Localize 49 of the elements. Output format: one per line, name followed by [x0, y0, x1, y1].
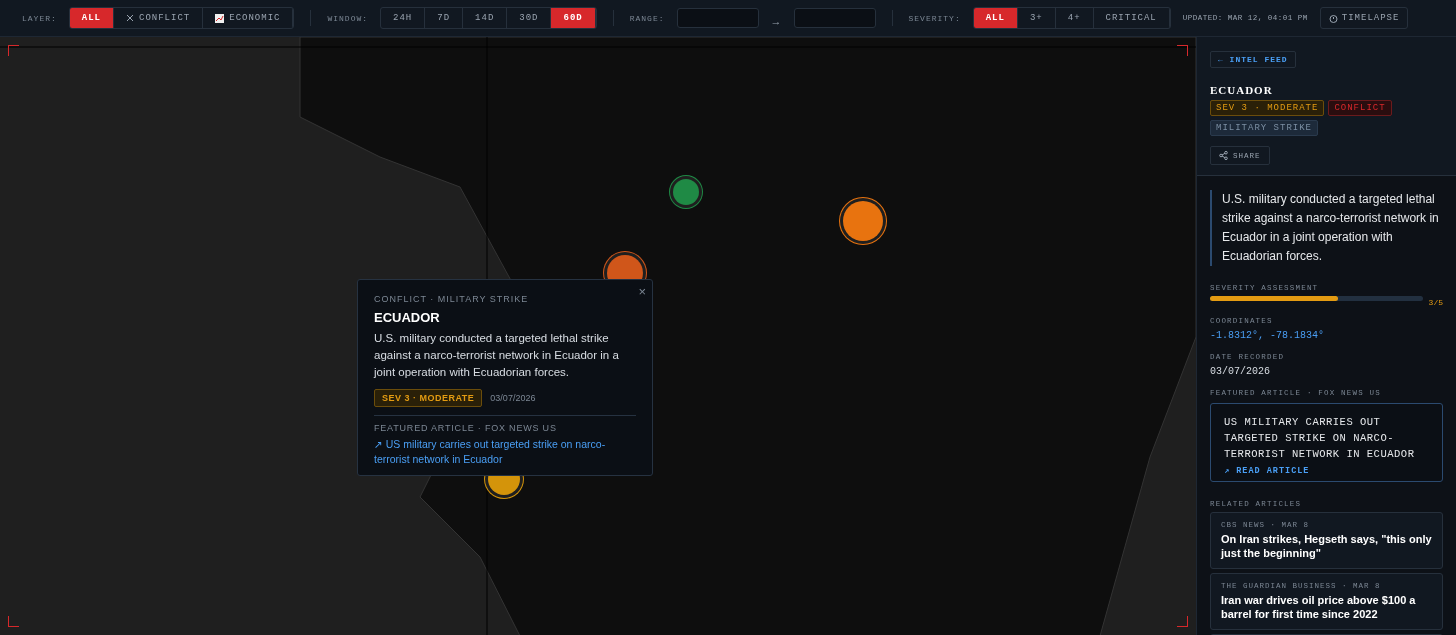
popup-category: CONFLICT · MILITARY STRIKE: [374, 294, 530, 304]
corner-bracket: [1177, 45, 1188, 56]
filter-option[interactable]: CRITICAL: [1093, 8, 1170, 28]
close-button[interactable]: ×: [638, 284, 646, 299]
range-end-field[interactable]: [793, 8, 876, 28]
event-marker[interactable]: [843, 201, 883, 241]
filter-option[interactable]: ECONOMIC: [203, 8, 294, 28]
filter-label: LAYER:: [22, 13, 57, 23]
range-arrow: →: [770, 15, 782, 27]
chart-icon: [215, 13, 225, 23]
filter-option[interactable]: 14D: [463, 8, 508, 28]
range-label: RANGE:: [629, 13, 665, 23]
coordinates-value: -1.8312°, -78.1834°: [1210, 330, 1326, 341]
corner-bracket: [8, 45, 19, 56]
featured-headline: US MILITARY CARRIES OUT TARGETED STRIKE ON NARCO-TERRORIST NETWORK IN ECUADOR: [1224, 415, 1416, 462]
article-title: Iran war drives oil price above $100 a barrel for first time since 2022: [1221, 593, 1417, 621]
range-start-field[interactable]: [676, 8, 759, 28]
timer-icon: [1328, 13, 1338, 23]
back-button[interactable]: ← INTEL FEED: [1210, 51, 1296, 68]
event-tag: CONFLICT: [1328, 100, 1392, 116]
filter-option[interactable]: 7D: [425, 8, 464, 28]
filter-option[interactable]: CONFLICT: [114, 8, 204, 28]
popup-title: ECUADOR: [374, 310, 441, 325]
severity-value: 3/5: [1428, 298, 1443, 307]
event-summary: U.S. military conducted a targeted lethal strike against a narco-terrorist network in Ecuador in a joint operation with Ecuadorian forces.: [1210, 190, 1443, 266]
filter-option[interactable]: 24H: [381, 8, 426, 28]
popup-date: 03/07/2026: [490, 393, 536, 403]
filter-option[interactable]: 4+: [1055, 8, 1094, 28]
filter-option[interactable]: 60D: [551, 8, 596, 28]
filter-label: WINDOW:: [327, 13, 369, 23]
article-link[interactable]: ↗ US military carries out targeted strike on narco-terrorist network in Ecuador: [374, 437, 636, 467]
timelapse-button[interactable]: TIMELAPSE: [1319, 7, 1409, 29]
event-marker[interactable]: [673, 179, 699, 205]
event-title: ECUADOR: [1210, 84, 1273, 96]
corner-bracket: [8, 616, 19, 627]
severity-tag: SEV 3 · MODERATE: [374, 389, 483, 407]
event-tag: SEV 3 · MODERATE: [1210, 100, 1325, 116]
share-icon: [1219, 151, 1228, 160]
article-title: On Iran strikes, Hegseth says, "this only just the beginning": [1221, 532, 1432, 560]
filter-option[interactable]: 3+: [1017, 8, 1056, 28]
featured-label: FEATURED ARTICLE · FOX NEWS US: [374, 423, 558, 433]
filter-label: SEVERITY:: [908, 13, 961, 23]
date-value: 03/07/2026: [1210, 366, 1271, 377]
filter-option[interactable]: ALL: [69, 8, 114, 28]
read-article-link[interactable]: ↗ READ ARTICLE: [1224, 465, 1429, 476]
popup-description: U.S. military conducted a targeted lethal strike against a narco-terrorist network in Ecuador in a joint operation with Ecuadorian forces.: [374, 331, 620, 380]
corner-bracket: [1177, 616, 1188, 627]
filter-option[interactable]: ALL: [973, 8, 1018, 28]
event-tag: MILITARY STRIKE: [1210, 120, 1318, 136]
